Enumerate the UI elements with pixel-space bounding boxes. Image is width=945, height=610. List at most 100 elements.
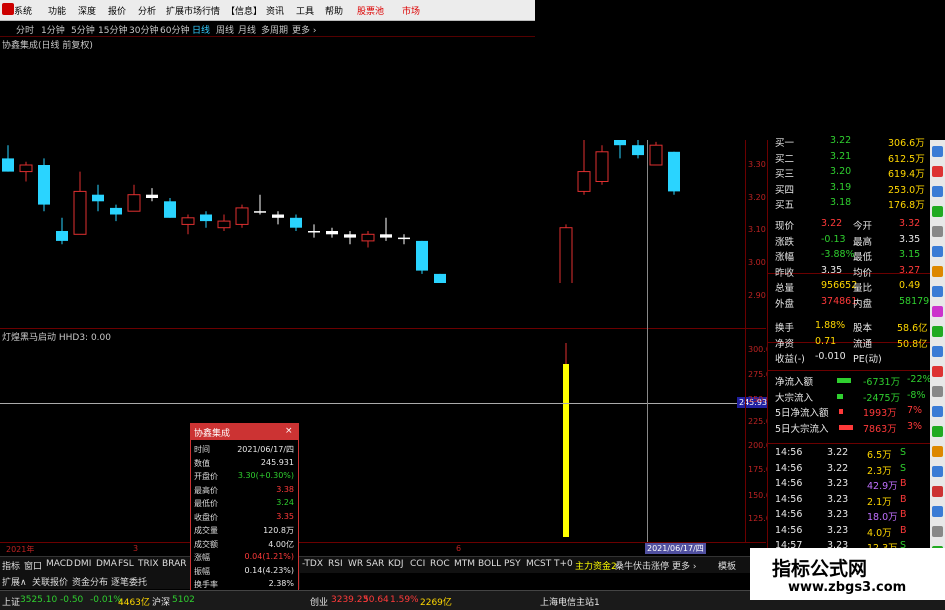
toolbar-icon[interactable] (932, 286, 943, 297)
toolbar-icon[interactable] (932, 486, 943, 497)
toolbar-icon[interactable] (932, 446, 943, 457)
candle[interactable] (614, 140, 626, 159)
period-tab[interactable]: 周线 (216, 23, 234, 36)
candle[interactable] (668, 151, 680, 195)
extension-tab[interactable]: 逐笔委托 (111, 575, 147, 588)
indicator-tab[interactable]: 模板 (718, 559, 736, 572)
candle[interactable] (164, 198, 176, 218)
toolbar-icon[interactable] (932, 186, 943, 197)
candle[interactable] (254, 194, 266, 215)
indicator-chart[interactable] (0, 340, 766, 542)
indicator-tab[interactable]: KDJ (388, 559, 404, 569)
period-tab[interactable]: 5分钟 (71, 23, 95, 36)
toolbar-icon[interactable] (932, 166, 943, 177)
candle[interactable] (200, 211, 212, 228)
candle[interactable] (380, 217, 392, 241)
indicator-tab[interactable]: CCI (410, 559, 425, 569)
toolbar-icon[interactable] (932, 146, 943, 157)
candle[interactable] (38, 158, 50, 212)
indicator-tab[interactable]: 指标 (2, 559, 20, 572)
indicator-tab[interactable]: SAR (366, 559, 384, 569)
indicator-tab[interactable]: 桑牛伏击涨停 (615, 559, 669, 572)
candle[interactable] (344, 231, 356, 245)
period-tab[interactable]: 60分钟 (160, 23, 189, 36)
toolbar-icon[interactable] (932, 526, 943, 537)
candle[interactable] (19, 161, 33, 182)
indicator-tab[interactable]: RSI (328, 559, 343, 569)
close-icon[interactable]: × (285, 426, 293, 436)
indicator-tab[interactable]: WR (348, 559, 363, 569)
toolbar-icon[interactable] (932, 506, 943, 517)
candle[interactable] (73, 171, 87, 235)
toolbar-icon[interactable] (932, 346, 943, 357)
candle[interactable] (2, 145, 14, 172)
toolbar-icon[interactable] (932, 326, 943, 337)
candle[interactable] (398, 234, 410, 245)
indicator-tab[interactable]: T+0 (554, 559, 573, 569)
candle[interactable] (56, 217, 68, 245)
extension-tab[interactable]: 资金分布 (72, 575, 108, 588)
period-tab[interactable]: 15分钟 (98, 23, 127, 36)
indicator-tab[interactable]: 更多 › (672, 559, 696, 572)
candle[interactable] (181, 214, 195, 235)
indicator-bar[interactable] (563, 343, 569, 537)
candle[interactable] (127, 184, 141, 212)
candle[interactable] (595, 145, 609, 185)
candle[interactable] (649, 141, 663, 166)
indicator-tab[interactable]: -TDX (302, 559, 323, 569)
extension-tab[interactable]: 扩展∧ (2, 575, 27, 588)
candle[interactable] (632, 140, 644, 159)
toolbar-icon[interactable] (932, 466, 943, 477)
period-tab[interactable]: 1分钟 (41, 23, 65, 36)
indicator-tab[interactable]: PSY (504, 559, 521, 569)
candle[interactable] (416, 240, 428, 274)
candle[interactable] (110, 204, 122, 222)
indicator-tab[interactable]: MTM (454, 559, 475, 569)
candle[interactable] (92, 184, 104, 212)
toolbar-icon[interactable] (932, 306, 943, 317)
indicator-tab[interactable]: BRAR (162, 559, 186, 569)
indicator-tab[interactable]: FSL (118, 559, 134, 569)
menu-item[interactable]: 股票池 (357, 4, 384, 17)
toolbar-icon[interactable] (932, 386, 943, 397)
menu-item[interactable]: 深度 (78, 4, 96, 17)
toolbar-icon[interactable] (932, 246, 943, 257)
toolbar-icon[interactable] (932, 426, 943, 437)
toolbar-icon[interactable] (932, 406, 943, 417)
menu-item[interactable]: 帮助 (325, 4, 343, 17)
menu-item[interactable]: 分析 (138, 4, 156, 17)
menu-item[interactable]: 【信息】 (226, 4, 262, 17)
indicator-tab[interactable]: MCST (526, 559, 551, 569)
indicator-tab[interactable]: DMA (96, 559, 117, 569)
candle[interactable] (577, 140, 591, 195)
extension-tab[interactable]: 关联报价 (32, 575, 68, 588)
indicator-tab[interactable]: 窗口 (24, 559, 42, 572)
indicator-tab[interactable]: ROC (430, 559, 450, 569)
candle[interactable] (308, 224, 320, 238)
toolbar-icon[interactable] (932, 206, 943, 217)
indicator-tab[interactable]: MACD (46, 559, 73, 569)
candle[interactable] (326, 227, 338, 238)
menu-item[interactable]: 报价 (108, 4, 126, 17)
tooltip-header[interactable]: 协鑫集成 × (191, 424, 298, 440)
toolbar-icon[interactable] (932, 266, 943, 277)
menu-item[interactable]: 功能 (48, 4, 66, 17)
candle[interactable] (290, 214, 302, 232)
pane-divider[interactable] (0, 328, 766, 329)
toolbar-icon[interactable] (932, 366, 943, 377)
indicator-tab[interactable]: 主力资金2 (575, 559, 617, 572)
period-tab[interactable]: 月线 (238, 23, 256, 36)
data-tooltip-window[interactable]: 协鑫集成 × 时间 2021/06/17/四 数值 245.931 开盘价 3.30(+0… (190, 423, 299, 610)
candle[interactable] (235, 204, 249, 228)
menu-item[interactable]: 扩展市场行情 (166, 4, 220, 17)
menu-item[interactable]: 市场 (402, 4, 420, 17)
candle[interactable] (146, 188, 158, 202)
toolbar-icon[interactable] (932, 226, 943, 237)
period-tab[interactable]: 多周期 (261, 23, 288, 36)
period-tab[interactable]: 日线 (192, 23, 210, 36)
menu-item[interactable]: 工具 (296, 4, 314, 17)
candle[interactable] (272, 211, 284, 225)
indicator-tab[interactable]: DMI (74, 559, 91, 569)
period-tab[interactable]: 更多 › (292, 23, 316, 36)
indicator-tab[interactable]: BOLL (478, 559, 501, 569)
